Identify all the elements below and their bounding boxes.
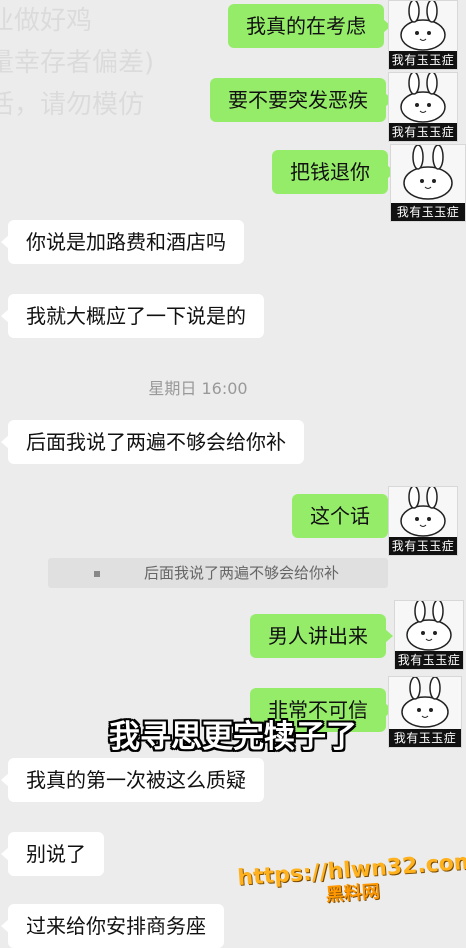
avatar[interactable]: 我有玉玉症 [388, 72, 458, 142]
avatar[interactable]: 我有玉玉症 [388, 486, 458, 556]
quote-thumbnail-icon [94, 571, 100, 577]
overlay-line: 活，请勿模仿 [0, 90, 145, 120]
message-bubble-received[interactable]: 后面我说了两遍不够会给你补 [1, 420, 304, 464]
chat-timestamp: 星期日 16:00 [148, 379, 248, 398]
avatar-caption: 我有玉玉症 [389, 537, 457, 555]
rabbit-meme-icon [400, 73, 446, 123]
avatar-caption: 我有玉玉症 [395, 651, 463, 669]
rabbit-meme-icon [400, 487, 446, 537]
rabbit-meme-icon [403, 145, 453, 200]
message-bubble-received[interactable]: 我就大概应了一下说是的 [1, 294, 264, 338]
avatar[interactable]: 我有玉玉症 [394, 600, 464, 670]
overlay-line: 量幸存者偏差) [0, 48, 155, 78]
quoted-message[interactable]: 后面我说了两遍不够会给你补 [48, 558, 388, 588]
rabbit-meme-icon [400, 1, 446, 51]
quoted-message-text: 后面我说了两遍不够会给你补 [144, 564, 340, 582]
avatar[interactable]: 我有玉玉症 [388, 0, 458, 70]
message-bubble-sent[interactable]: 这个话 [292, 494, 395, 538]
site-watermark: https://hlwn32.com 黑料网 [237, 849, 466, 913]
message-bubble-sent[interactable]: 要不要突发恶疾 [210, 78, 393, 122]
avatar[interactable]: 我有玉玉症 [390, 144, 466, 222]
rabbit-meme-icon [406, 601, 452, 651]
message-bubble-received[interactable]: 你说是加路费和酒店吗 [1, 220, 244, 264]
message-bubble-received[interactable]: 过来给你安排商务座 [1, 904, 224, 948]
message-bubble-received[interactable]: 我真的第一次被这么质疑 [1, 758, 264, 802]
message-bubble-sent[interactable]: 我真的在考虑 [228, 4, 391, 48]
avatar-caption: 我有玉玉症 [389, 123, 457, 141]
message-bubble-sent[interactable]: 把钱退你 [272, 150, 395, 194]
background-text-overlay: 业做好鸡 量幸存者偏差) 活，请勿模仿 [0, 0, 230, 130]
video-subtitle: 我寻思更完犊子了 [109, 719, 357, 755]
avatar-caption: 我有玉玉症 [391, 203, 465, 221]
message-bubble-sent[interactable]: 男人讲出来 [250, 614, 393, 658]
overlay-line: 业做好鸡 [0, 6, 93, 36]
avatar-caption: 我有玉玉症 [389, 51, 457, 69]
message-bubble-received[interactable]: 别说了 [1, 832, 104, 876]
